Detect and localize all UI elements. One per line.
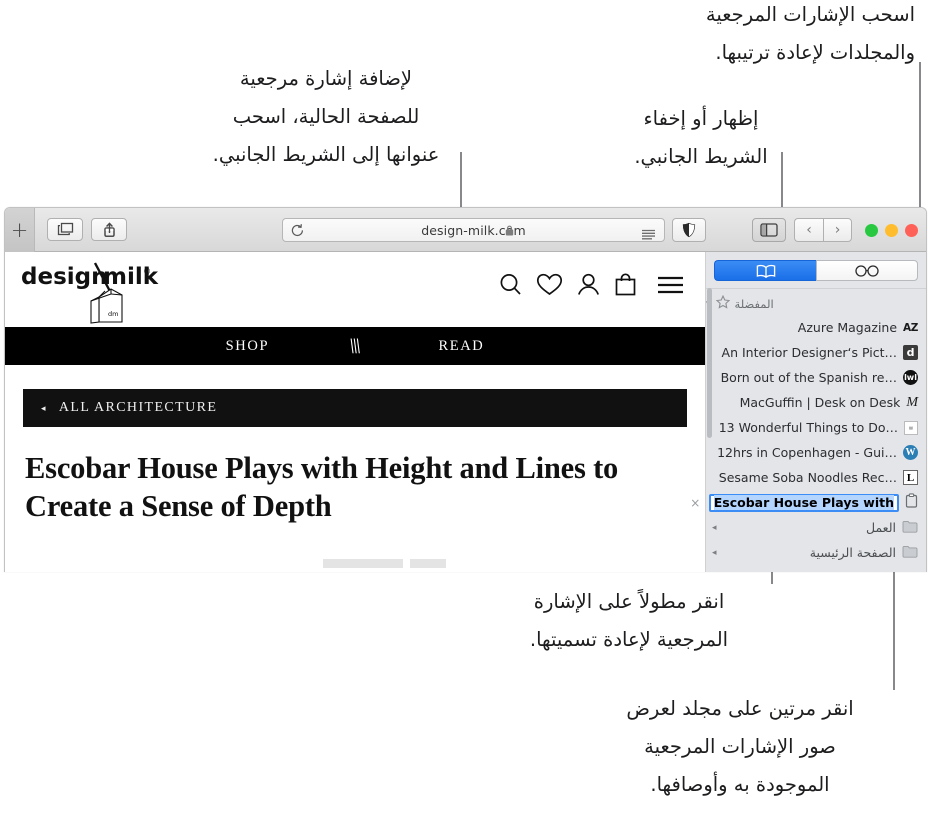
bookmark-row[interactable]: AZ Azure Magazine [706, 315, 926, 340]
leader-line-sidebar-toggle [781, 152, 783, 210]
bookmarks-list: المفضلة ▾ AZ Azure Magazine d An Interior D… [690, 289, 926, 565]
design-milk-logo[interactable]: design milk ® dm [19, 261, 169, 327]
bookmark-title: 12hrs in Copenhagen - Gui… [717, 445, 897, 460]
sidebar-segmented-control [706, 252, 926, 289]
breadcrumb-label: ALL ARCHITECTURE [58, 400, 218, 415]
bookmark-row[interactable]: L Sesame Soba Noodles Rec… [706, 465, 926, 490]
favorites-label: المفضلة [734, 296, 774, 311]
bookmark-group-favorites[interactable]: المفضلة ▾ [706, 292, 926, 315]
favicon-thirteen: ▤ [904, 420, 918, 435]
window-minimize-button[interactable] [885, 223, 898, 237]
callout-add-bookmark: لإضافة إشارة مرجعية للصفحة الحالية، اسحب… [212, 67, 440, 166]
site-header-icons [498, 272, 685, 301]
safari-window: + design-milk.com ‹ › design milk ® dm S… [4, 207, 927, 572]
reading-list-tab[interactable] [816, 260, 918, 281]
navigation-buttons: ‹ › [794, 218, 852, 242]
address-text: design-milk.com [421, 222, 526, 238]
bookmarks-tab[interactable] [714, 260, 816, 281]
address-input[interactable]: design-milk.com [282, 218, 665, 242]
callout-long-click-rename: انقر مطولاً على الإشارة المرجعية لإعادة … [529, 590, 729, 651]
toolbar-right-cluster: ‹ › [752, 208, 918, 252]
folder-icon [902, 518, 918, 537]
favicon-macguffin: M [906, 394, 918, 410]
new-tab-button[interactable]: + [5, 208, 35, 252]
search-icon[interactable] [498, 272, 523, 301]
bookmarks-sidebar: المفضلة ▾ AZ Azure Magazine d An Interior D… [690, 252, 926, 572]
bookmark-row-editing[interactable]: Escobar House Plays with × [690, 490, 926, 515]
breadcrumb-back-arrow: ◂ [41, 402, 47, 413]
bookmark-title: Azure Magazine [797, 320, 898, 335]
folder-label: العمل [865, 520, 896, 535]
bookmark-title: MacGuffin | Desk on Desk [739, 395, 901, 410]
nav-logo-slashes[interactable]: \\\ [346, 333, 362, 359]
web-page-content: design milk ® dm SHOP \\\ READ ◂ ALL ARC… [5, 252, 706, 572]
folder-label: الصفحة الرئيسية [809, 545, 896, 560]
heart-icon[interactable] [536, 272, 563, 301]
bookmark-folder-row[interactable]: العمل ◂ [706, 515, 926, 540]
favicon-wordpress: W [903, 445, 918, 460]
address-bar-container: design-milk.com [282, 218, 706, 242]
page-placeholder-bar-1 [323, 559, 403, 568]
annotated-screenshot: اسحب الإشارات المرجعية والمجلدات لإعادة … [0, 0, 931, 817]
bookmark-rename-input[interactable]: Escobar House Plays with [708, 493, 899, 512]
article: ◂ ALL ARCHITECTURE Escobar House Plays w… [5, 389, 705, 525]
leader-line-folder [893, 560, 895, 690]
window-zoom-button[interactable] [865, 223, 878, 237]
tab-overview-icon[interactable] [47, 218, 83, 241]
account-icon[interactable] [576, 272, 601, 301]
bookmark-row[interactable]: ▤ 13 Wonderful Things to Do… [706, 415, 926, 440]
share-icon[interactable] [91, 218, 127, 241]
browser-toolbar: + design-milk.com ‹ › [5, 208, 926, 252]
window-content: design milk ® dm SHOP \\\ READ ◂ ALL ARC… [5, 252, 926, 572]
chevron-right-icon[interactable]: ◂ [712, 523, 717, 533]
hamburger-menu-icon[interactable] [656, 274, 685, 300]
favicon-dezeen: d [903, 345, 918, 360]
favicon-reader [905, 493, 918, 512]
site-header: design milk ® dm [5, 252, 705, 327]
favicon-lwl: lwl [903, 370, 918, 385]
back-button[interactable]: ‹ [794, 218, 823, 242]
leader-line-address-bar [460, 152, 462, 210]
bookmark-title: An Interior Designer‘s Pict… [721, 345, 897, 360]
forward-button[interactable]: › [823, 218, 852, 242]
site-nav-bar: SHOP \\\ READ [5, 327, 705, 365]
favicon-azure: AZ [903, 321, 918, 334]
bookmark-title: Born out of the Spanish re… [720, 370, 897, 385]
sidebar-toggle-icon[interactable] [752, 218, 786, 242]
article-headline: Escobar House Plays with Height and Line… [25, 451, 619, 523]
bookmark-folder-row[interactable]: الصفحة الرئيسية ◂ [706, 540, 926, 565]
bookmark-row[interactable]: M MacGuffin | Desk on Desk [706, 390, 926, 415]
folder-icon [902, 543, 918, 562]
bookmark-title: Sesame Soba Noodles Rec… [718, 470, 897, 485]
callout-double-click-folder: انقر مرتين على مجلد لعرض صور الإشارات ال… [626, 697, 854, 796]
nav-link-shop[interactable]: SHOP [226, 338, 269, 355]
shopping-bag-icon[interactable] [614, 272, 637, 301]
callout-drag-reorder: اسحب الإشارات المرجعية والمجلدات لإعادة … [705, 3, 915, 64]
lock-icon [505, 221, 514, 240]
bookmark-title: 13 Wonderful Things to Do… [718, 420, 898, 435]
favicon-love-lemons: L [903, 470, 918, 485]
bookmark-row[interactable]: lwl Born out of the Spanish re… [706, 365, 926, 390]
breadcrumb[interactable]: ◂ ALL ARCHITECTURE [23, 389, 687, 427]
bookmark-row[interactable]: d An Interior Designer‘s Pict… [706, 340, 926, 365]
callout-show-hide-sidebar: إظهار أو إخفاء الشريط الجانبي. [634, 107, 768, 168]
window-close-button[interactable] [905, 223, 918, 237]
chevron-right-icon[interactable]: ◂ [712, 548, 717, 558]
svg-text:design: design [21, 264, 107, 290]
bookmark-rows-host: AZ Azure Magazine d An Interior Designer‘s … [690, 315, 926, 565]
privacy-report-icon[interactable] [672, 218, 706, 242]
nav-link-read[interactable]: READ [438, 338, 484, 355]
delete-bookmark-icon[interactable]: × [690, 496, 701, 510]
page-placeholder-bar-2 [410, 559, 446, 568]
svg-text:dm: dm [108, 310, 118, 318]
bookmark-row[interactable]: W 12hrs in Copenhagen - Gui… [706, 440, 926, 465]
bookmark-rename-value: Escobar House Plays with [713, 495, 894, 510]
star-icon [715, 294, 730, 312]
reload-icon[interactable] [290, 223, 305, 242]
svg-text:®: ® [143, 267, 151, 276]
reader-view-icon[interactable] [641, 225, 656, 244]
window-controls [865, 223, 918, 237]
